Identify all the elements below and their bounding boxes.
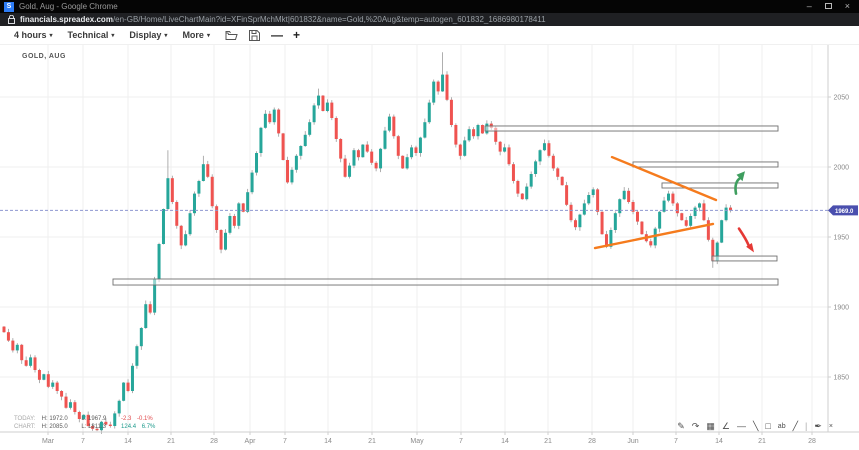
- text-tool-icon[interactable]: ab: [778, 420, 786, 433]
- trendline-tool-icon[interactable]: ╲: [753, 420, 758, 433]
- today-label: TODAY:: [14, 415, 40, 423]
- x-axis-label: Mar: [42, 438, 55, 445]
- ray-tool-icon[interactable]: ╱: [793, 420, 798, 433]
- x-axis-label: May: [410, 438, 424, 445]
- price-chart[interactable]: Mar 7 14 21 28 Apr 7 14 21 May 7 14 21 28 Jun 7 14 21 28 20…: [0, 45, 859, 450]
- chart-high: H: 2085.0: [42, 423, 80, 431]
- x-axis-label: 14: [501, 438, 509, 445]
- today-low: L: 1967.9: [81, 415, 119, 423]
- delete-drawings-tool-icon[interactable]: ×: [829, 420, 833, 433]
- display-label: Display: [129, 30, 161, 40]
- price-zone-rectangle[interactable]: [633, 162, 778, 167]
- x-axis-label: Apr: [245, 438, 257, 445]
- today-stats-row: TODAY: H: 1972.0 L: 1967.9 -2.3 -0.1%: [14, 415, 159, 423]
- window-controls: – ×: [807, 0, 850, 13]
- price-zone-rectangle[interactable]: [485, 126, 778, 131]
- curve-arrow-tool-icon[interactable]: ↷: [692, 420, 700, 433]
- pencil-tool-icon[interactable]: ✎: [677, 420, 685, 433]
- more-dropdown[interactable]: More ▾: [182, 30, 210, 40]
- timeframe-dropdown[interactable]: 4 hours ▾: [14, 30, 53, 40]
- chart-area: Mar 7 14 21 28 Apr 7 14 21 May 7 14 21 28 Jun 7 14 21 28 20…: [0, 45, 859, 450]
- site-favicon: S: [4, 2, 14, 12]
- x-axis-label: 28: [808, 438, 816, 445]
- x-axis-label: 21: [167, 438, 175, 445]
- y-axis-label: 2050: [834, 95, 850, 102]
- lock-icon: [8, 15, 15, 24]
- angle-tool-icon[interactable]: ∠: [722, 420, 730, 433]
- x-axis-label: 7: [459, 438, 463, 445]
- browser-url-bar[interactable]: financials.spreadex.com/en-GB/Home/LiveC…: [0, 13, 859, 26]
- y-axis-label: 2000: [834, 165, 850, 172]
- today-change: -2.3: [121, 416, 131, 422]
- x-axis-label: 21: [758, 438, 766, 445]
- horizontal-line-tool-icon[interactable]: —: [737, 420, 746, 433]
- save-icon: [249, 30, 260, 41]
- last-price-tag-label: 1969.0: [835, 209, 854, 215]
- y-axis-labels: 2050 2000 1950 1900 1850: [834, 95, 850, 382]
- x-axis-label: 7: [81, 438, 85, 445]
- y-axis-label: 1950: [834, 235, 850, 242]
- chart-low: L: 1811.3: [81, 423, 119, 431]
- technical-dropdown[interactable]: Technical ▾: [68, 30, 115, 40]
- marker-tool-icon[interactable]: ✒: [814, 420, 822, 433]
- open-chart-button[interactable]: [225, 30, 238, 41]
- technical-label: Technical: [68, 30, 109, 40]
- timeframe-label: 4 hours: [14, 30, 47, 40]
- window-title: Gold, Aug - Google Chrome: [19, 2, 807, 11]
- chart-range-label: CHART:: [14, 423, 40, 431]
- y-axis-label: 1900: [834, 305, 850, 312]
- chevron-down-icon: ▾: [111, 32, 114, 39]
- window-titlebar: S Gold, Aug - Google Chrome – ×: [0, 0, 859, 13]
- y-axis-label: 1850: [834, 375, 850, 382]
- today-high: H: 1972.0: [42, 415, 80, 423]
- x-axis-label: 14: [124, 438, 132, 445]
- display-dropdown[interactable]: Display ▾: [129, 30, 167, 40]
- grid: [0, 45, 828, 432]
- chevron-down-icon: ▾: [207, 32, 210, 39]
- chart-toolbar: 4 hours ▾ Technical ▾ Display ▾ More ▾: [0, 26, 859, 45]
- maximize-icon: [825, 3, 832, 9]
- x-axis-label: 7: [283, 438, 287, 445]
- chart-stats-row: CHART: H: 2085.0 L: 1811.3 124.4 6.7%: [14, 423, 159, 431]
- x-axis-label: 7: [674, 438, 678, 445]
- browser-window: S Gold, Aug - Google Chrome – × financia…: [0, 0, 859, 450]
- x-axis-label: 14: [715, 438, 723, 445]
- chart-change-pct: 6.7%: [142, 424, 156, 430]
- maximize-button[interactable]: [825, 0, 832, 13]
- chart-stats: TODAY: H: 1972.0 L: 1967.9 -2.3 -0.1% CH…: [14, 415, 159, 431]
- x-axis-label: 28: [588, 438, 596, 445]
- x-axis-label: 21: [368, 438, 376, 445]
- today-change-pct: -0.1%: [137, 416, 153, 422]
- folder-icon: [225, 30, 238, 41]
- chart-change: 124.4: [121, 424, 136, 430]
- save-chart-button[interactable]: [249, 30, 260, 41]
- x-axis-labels: Mar 7 14 21 28 Apr 7 14 21 May 7 14 21 28 Jun 7 14 21 28: [42, 438, 816, 445]
- grid-tool-icon[interactable]: ▦: [706, 420, 715, 433]
- price-zone-rectangle[interactable]: [712, 256, 777, 261]
- url-domain: financials.spreadex.com: [20, 15, 113, 24]
- url-path: /en-GB/Home/LiveChartMain?id=XFinSprMchM…: [113, 15, 546, 24]
- rectangle-tool-icon[interactable]: □: [765, 420, 770, 433]
- x-axis-label: 21: [544, 438, 552, 445]
- zoom-out-button[interactable]: —: [271, 28, 283, 42]
- minimize-button[interactable]: –: [807, 0, 812, 13]
- toolbar-divider: |: [805, 420, 807, 433]
- price-zone-rectangle[interactable]: [113, 279, 778, 285]
- drawing-toolbar: ✎ ↷ ▦ ∠ — ╲ □ ab ╱ | ✒ ×: [677, 420, 833, 433]
- zoom-in-button[interactable]: +: [293, 28, 300, 42]
- x-axis-label: Jun: [627, 438, 638, 445]
- chevron-down-icon: ▾: [164, 32, 167, 39]
- url-text: financials.spreadex.com/en-GB/Home/LiveC…: [20, 15, 546, 24]
- x-axis-label: 14: [324, 438, 332, 445]
- close-button[interactable]: ×: [845, 0, 850, 13]
- more-label: More: [182, 30, 204, 40]
- x-axis-label: 28: [210, 438, 218, 445]
- chevron-down-icon: ▾: [50, 32, 53, 39]
- chart-symbol-label: GOLD, AUG: [22, 53, 66, 60]
